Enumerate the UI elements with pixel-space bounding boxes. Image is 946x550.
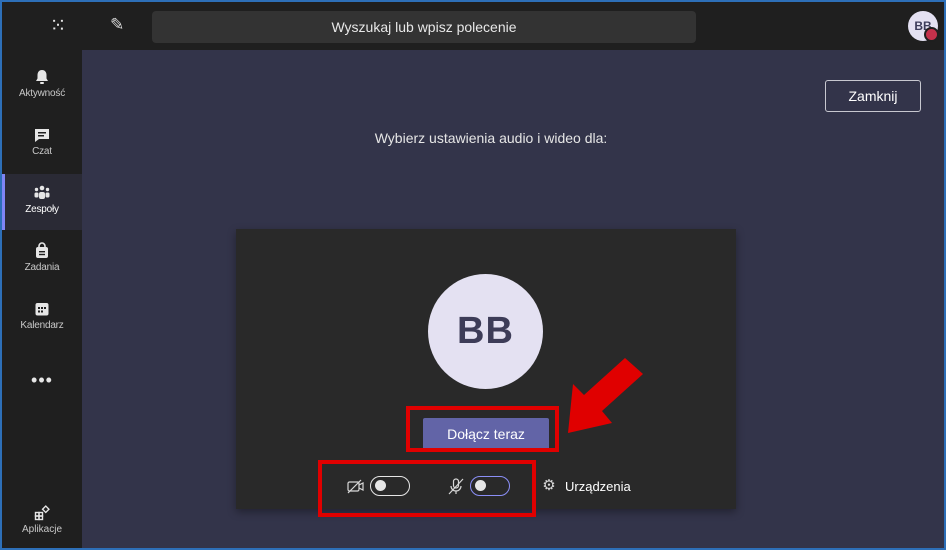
preview-initials: BB [457,310,514,352]
red-arrow-icon [568,358,643,433]
preview-avatar: BB [428,274,543,389]
rail-item-chat[interactable]: Czat [2,116,82,172]
close-button[interactable]: Zamknij [825,80,921,112]
prejoin-prompt: Wybierz ustawienia audio i wideo dla: [374,130,608,146]
highlight-controls-box [318,460,536,517]
profile-avatar[interactable]: BB [908,11,939,42]
rail-item-apps[interactable]: Aplikacje [2,500,82,546]
rail-item-label: Czat [32,146,52,157]
app-window: ⁙ ✎ Wyszukaj lub wpisz polecenie BB Akty… [0,0,946,550]
bell-icon [33,68,51,86]
rail-item-label: Zespoły [25,204,59,215]
highlight-join-box [406,406,559,452]
close-button-label: Zamknij [848,88,898,104]
tasks-icon [33,242,51,260]
more-apps-icon[interactable]: ••• [2,370,82,390]
search-input[interactable]: Wyszukaj lub wpisz polecenie [152,11,696,43]
rail-item-label: Aplikacje [21,524,63,535]
chat-icon [33,126,51,144]
rail-item-tasks[interactable]: Zadania [2,232,82,288]
rail-item-label: Kalendarz [20,320,64,331]
calendar-icon [33,300,51,318]
devices-control[interactable]: ⚙ Urządzenia [539,474,631,498]
presence-busy-icon [924,27,939,42]
devices-label: Urządzenia [565,478,631,494]
rail-item-activity[interactable]: Aktywność [2,58,82,114]
teams-icon [33,184,51,202]
top-bar: ⁙ ✎ Wyszukaj lub wpisz polecenie BB [2,2,944,50]
rail-item-label: Zadania [24,262,60,273]
new-chat-icon[interactable]: ✎ [110,15,130,35]
rail-item-teams[interactable]: Zespoły [2,174,82,230]
rail-item-calendar[interactable]: Kalendarz [2,290,82,346]
search-placeholder: Wyszukaj lub wpisz polecenie [331,19,517,35]
left-rail: Aktywność Czat Zespoły Zadania Kalendarz [2,50,82,548]
rail-item-label: Aktywność [19,88,65,99]
gear-icon: ⚙ [542,477,556,494]
app-launcher-icon[interactable]: ⁙ [48,16,68,36]
apps-icon [33,504,51,522]
